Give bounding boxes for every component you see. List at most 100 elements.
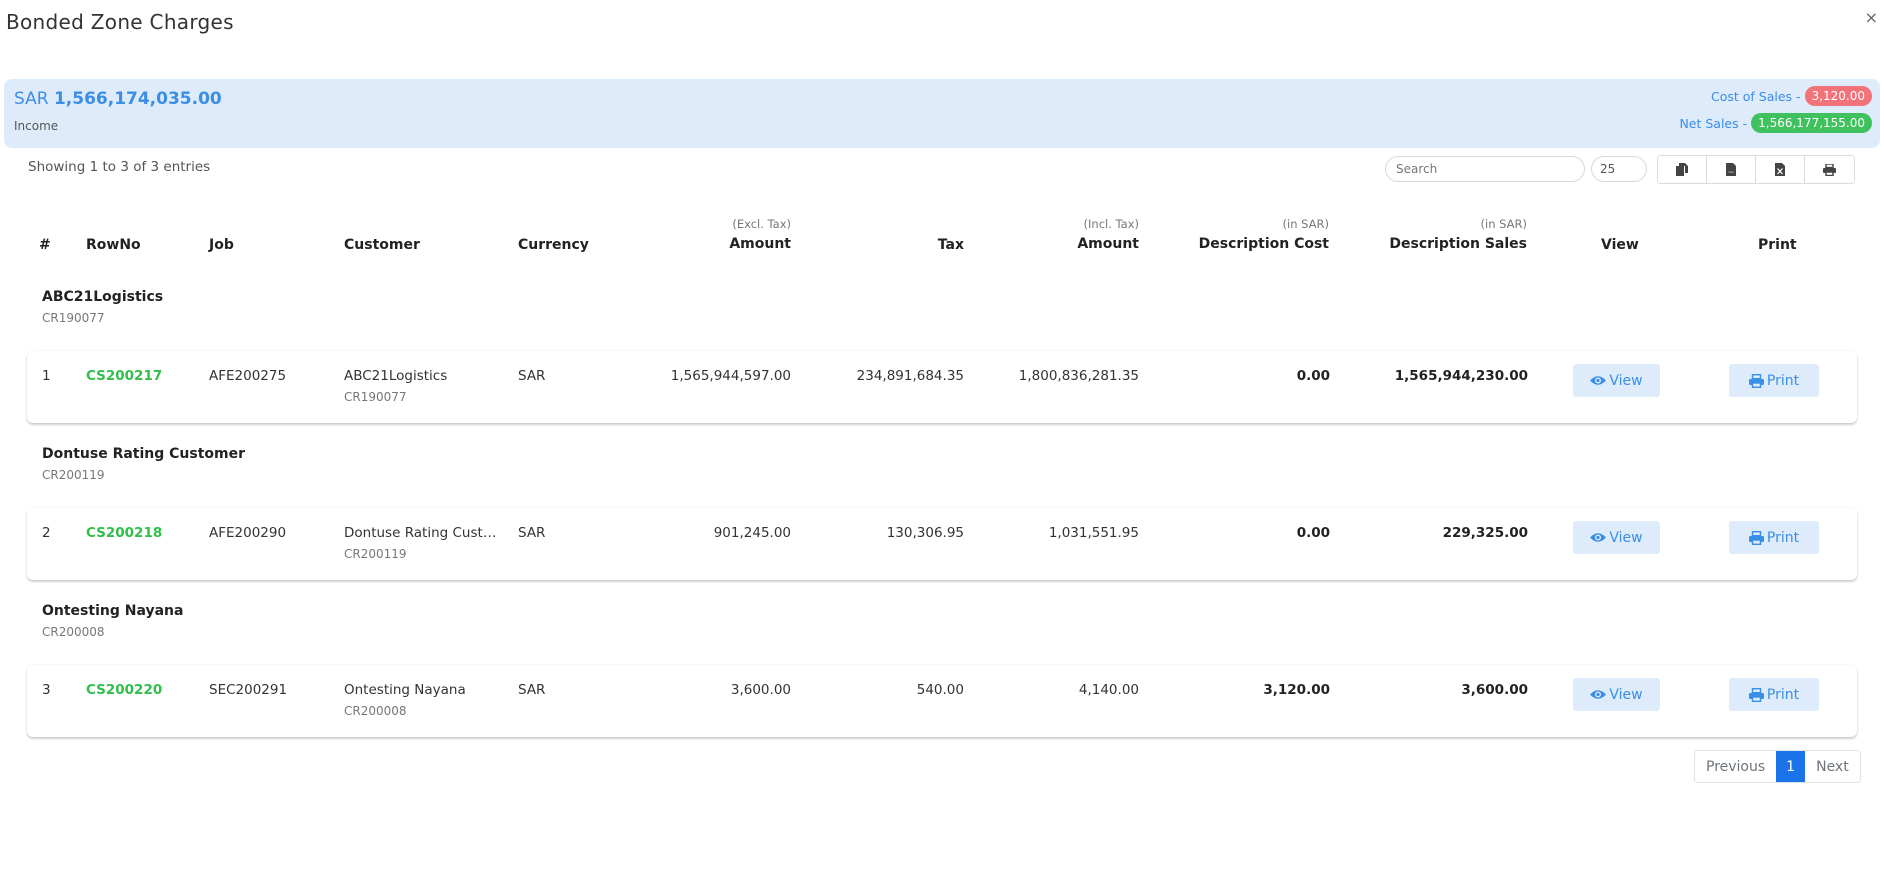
rowno-link[interactable]: CS200217 xyxy=(86,368,162,384)
amount-incl-cell: 1,800,836,281.35 xyxy=(1018,368,1139,384)
column-header-label: Amount xyxy=(729,236,791,252)
tax-cell: 234,891,684.35 xyxy=(856,368,964,384)
eye-icon xyxy=(1590,533,1607,542)
print-icon xyxy=(1823,163,1836,176)
customer-code: CR200008 xyxy=(344,704,407,718)
column-subheader-in-sar: (in SAR) xyxy=(1282,217,1329,231)
column-header-customer: Customer xyxy=(344,237,420,253)
job-cell: AFE200275 xyxy=(209,368,287,384)
view-label: View xyxy=(1609,372,1643,389)
print-table-button[interactable] xyxy=(1805,156,1854,183)
description-cost-cell: 0.00 xyxy=(1296,525,1330,541)
cost-of-sales: Cost of Sales - 3,120.00 xyxy=(1711,86,1872,106)
print-icon xyxy=(1748,373,1764,388)
group-header: Ontesting Nayana CR200008 xyxy=(42,603,183,639)
customer-cell: Ontesting Nayana CR200008 xyxy=(344,682,499,718)
column-header-rowno: RowNo xyxy=(86,237,141,253)
group-header: ABC21Logistics CR190077 xyxy=(42,289,163,325)
tax-cell: 540.00 xyxy=(916,682,964,698)
pagination: Previous 1 Next xyxy=(1694,750,1861,783)
income-label: Income xyxy=(14,119,59,133)
column-header-print: Print xyxy=(1758,237,1797,253)
description-cost-cell: 0.00 xyxy=(1296,368,1330,384)
view-button[interactable]: View xyxy=(1573,678,1660,711)
copy-button[interactable] xyxy=(1658,156,1707,183)
income-currency: SAR xyxy=(14,89,49,109)
column-header-description-cost: (in SAR) Description Cost xyxy=(1199,217,1329,252)
rowno-link[interactable]: CS200218 xyxy=(86,525,162,541)
view-button[interactable]: View xyxy=(1573,364,1660,397)
csv-icon: csv xyxy=(1726,163,1736,176)
customer-name: Ontesting Nayana xyxy=(344,682,466,698)
column-header-label: Amount xyxy=(1077,236,1139,252)
amount-excl-cell: 901,245.00 xyxy=(713,525,791,541)
view-label: View xyxy=(1609,529,1643,546)
view-button[interactable]: View xyxy=(1573,521,1660,554)
net-sales-badge: 1,566,177,155.00 xyxy=(1751,113,1872,133)
income-amount: SAR 1,566,174,035.00 xyxy=(14,89,222,109)
print-button[interactable]: Print xyxy=(1729,678,1819,711)
column-subheader-in-sar: (in SAR) xyxy=(1480,217,1527,231)
column-header-label: Description Sales xyxy=(1389,236,1527,252)
table-header: # RowNo Job Customer Currency (Excl. Tax… xyxy=(0,213,1884,263)
column-header-label: Description Cost xyxy=(1198,236,1329,252)
column-header-view: View xyxy=(1601,237,1639,253)
close-button[interactable]: × xyxy=(1865,8,1878,27)
eye-icon xyxy=(1590,376,1607,385)
customer-cell: Dontuse Rating Customer CR200119 xyxy=(344,525,499,561)
description-sales-cell: 229,325.00 xyxy=(1442,525,1528,541)
excel-button[interactable] xyxy=(1756,156,1805,183)
group-code: CR190077 xyxy=(42,311,105,325)
print-label: Print xyxy=(1766,372,1800,389)
column-subheader-excl-tax: (Excl. Tax) xyxy=(732,217,791,231)
group-name: Ontesting Nayana xyxy=(42,603,184,619)
customer-name: ABC21Logistics xyxy=(344,368,448,384)
page-1-button[interactable]: 1 xyxy=(1776,751,1806,782)
search-input[interactable] xyxy=(1385,156,1585,182)
table-row: 3 CS200220 SEC200291 Ontesting Nayana CR… xyxy=(27,665,1857,737)
copy-icon xyxy=(1676,163,1688,176)
customer-name: Dontuse Rating Customer xyxy=(344,525,499,541)
print-button[interactable]: Print xyxy=(1729,521,1819,554)
group-header: Dontuse Rating Customer CR200119 xyxy=(42,446,245,482)
csv-button[interactable]: csv xyxy=(1707,156,1756,183)
group-code: CR200119 xyxy=(42,468,105,482)
tax-cell: 130,306.95 xyxy=(886,525,964,541)
description-sales-cell: 1,565,944,230.00 xyxy=(1394,368,1528,384)
cost-of-sales-label: Cost of Sales - xyxy=(1711,88,1801,104)
svg-text:csv: csv xyxy=(1729,170,1734,174)
job-cell: SEC200291 xyxy=(209,682,288,698)
description-cost-cell: 3,120.00 xyxy=(1263,682,1330,698)
group-code: CR200008 xyxy=(42,625,105,639)
print-label: Print xyxy=(1766,529,1800,546)
group-name: ABC21Logistics xyxy=(42,289,164,305)
column-header-job: Job xyxy=(209,237,234,253)
column-header-currency: Currency xyxy=(518,237,589,253)
row-index: 3 xyxy=(42,682,51,698)
modal-title: Bonded Zone Charges xyxy=(6,10,234,34)
job-cell: AFE200290 xyxy=(209,525,287,541)
net-sales-label: Net Sales - xyxy=(1679,115,1748,131)
close-icon: × xyxy=(1864,8,1878,27)
print-button[interactable]: Print xyxy=(1729,364,1819,397)
customer-code: CR190077 xyxy=(344,390,407,404)
entries-info: Showing 1 to 3 of 3 entries xyxy=(28,159,211,175)
export-buttons: csv xyxy=(1657,155,1855,184)
column-header-index: # xyxy=(39,237,51,253)
table-row: 1 CS200217 AFE200275 ABC21Logistics CR19… xyxy=(27,351,1857,423)
rowno-link[interactable]: CS200220 xyxy=(86,682,162,698)
amount-excl-cell: 1,565,944,597.00 xyxy=(670,368,791,384)
amount-incl-cell: 1,031,551.95 xyxy=(1048,525,1139,541)
view-label: View xyxy=(1609,686,1643,703)
page-length-input[interactable] xyxy=(1591,156,1647,182)
amount-excl-cell: 3,600.00 xyxy=(730,682,791,698)
group-name: Dontuse Rating Customer xyxy=(42,446,246,462)
amount-incl-cell: 4,140.00 xyxy=(1078,682,1139,698)
print-label: Print xyxy=(1766,686,1800,703)
currency-cell: SAR xyxy=(518,682,546,698)
customer-code: CR200119 xyxy=(344,547,407,561)
column-header-tax: Tax xyxy=(937,237,964,253)
previous-page-button[interactable]: Previous xyxy=(1695,751,1777,782)
eye-icon xyxy=(1590,690,1607,699)
next-page-button[interactable]: Next xyxy=(1805,751,1860,782)
